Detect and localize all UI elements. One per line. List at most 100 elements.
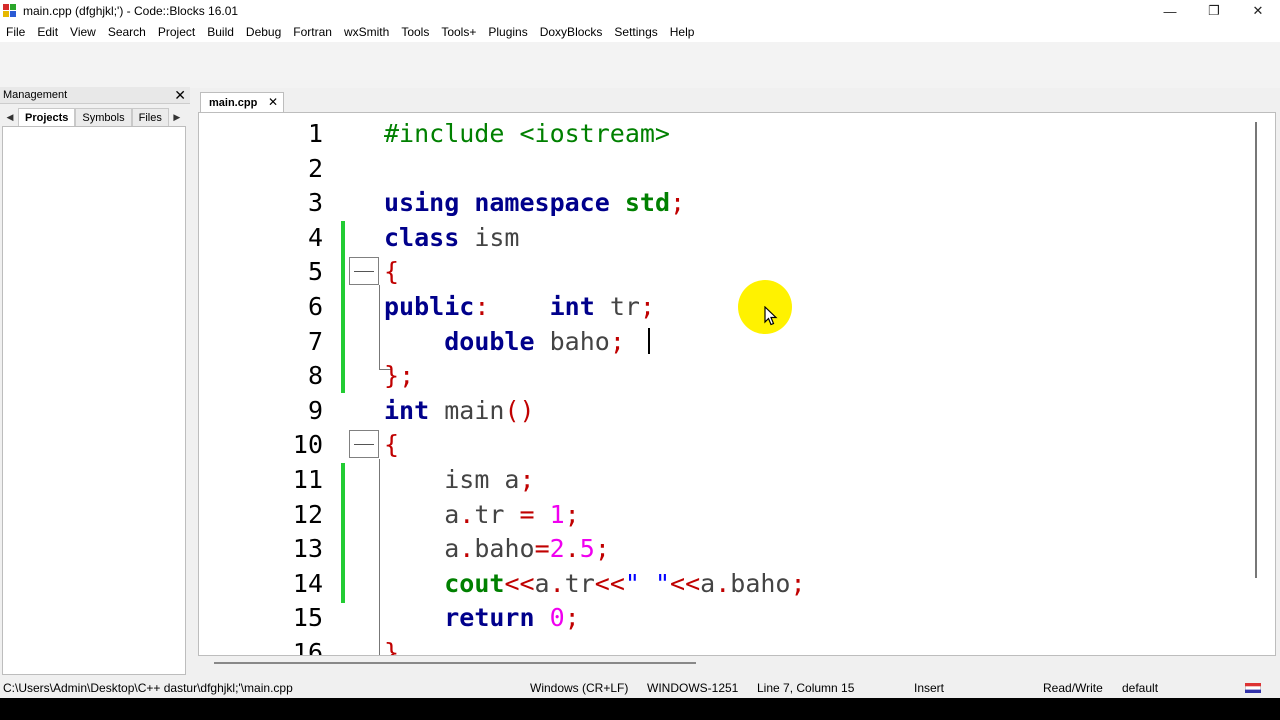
line-number: 4 — [307, 222, 323, 252]
code-text: using namespace std; — [384, 188, 686, 218]
mouse-pointer-icon — [764, 306, 778, 326]
code-line: 14 cout<<a.tr<<" "<<a.baho; — [199, 567, 1259, 602]
code-text: double baho; — [444, 326, 625, 356]
horizontal-scrollbar[interactable] — [200, 656, 1276, 672]
menu-project[interactable]: Project — [152, 25, 201, 39]
code-text: { — [384, 430, 400, 460]
code-line: 15 return 0; — [199, 601, 1259, 636]
line-number: 9 — [307, 395, 323, 425]
code-editor[interactable]: 1 #include <iostream> 2 3 using namespac… — [198, 112, 1276, 656]
tab-scroll-left-icon[interactable]: ◀ — [2, 108, 18, 126]
menu-settings[interactable]: Settings — [608, 25, 663, 39]
code-text: ism a; — [444, 465, 535, 494]
menu-bar: File Edit View Search Project Build Debu… — [0, 22, 1280, 42]
menu-help[interactable]: Help — [664, 25, 701, 39]
codeblocks-icon — [3, 4, 17, 18]
tab-projects[interactable]: Projects — [18, 108, 76, 126]
horizontal-scroll-thumb[interactable] — [214, 662, 696, 664]
management-tabs: ◀ Projects Symbols Files ▶ — [2, 108, 186, 126]
code-text: { — [384, 257, 400, 287]
editor-tab-close-icon[interactable]: ✕ — [268, 95, 278, 109]
tab-symbols[interactable]: Symbols — [75, 108, 132, 126]
code-line: 1 #include <iostream> — [199, 117, 1259, 152]
code-line: 8 }; — [199, 359, 1259, 394]
editor-tab-main-cpp[interactable]: main.cpp ✕ — [200, 92, 284, 112]
keyboard-layout-icon — [1245, 683, 1261, 693]
line-number: 6 — [307, 292, 323, 321]
code-text: cout<<a.tr<<" "<<a.baho; — [444, 568, 806, 598]
code-text: int main() — [384, 395, 535, 425]
line-number: 7 — [307, 326, 323, 356]
menu-search[interactable]: Search — [102, 25, 152, 39]
minimize-button[interactable]: — — [1148, 0, 1192, 22]
code-line: 13 a.baho=2.5; — [199, 532, 1259, 567]
window-title: main.cpp (dfghjkl;') - Code::Blocks 16.0… — [23, 4, 239, 18]
menu-edit[interactable]: Edit — [31, 25, 64, 39]
management-panel: Management ✕ ◀ Projects Symbols Files ▶ — [0, 87, 190, 677]
line-number: 1 — [307, 119, 323, 148]
menu-build[interactable]: Build — [201, 25, 240, 39]
management-close-icon[interactable]: ✕ — [174, 87, 186, 103]
code-line: 4 class ism — [199, 221, 1259, 256]
line-number: 14 — [292, 568, 323, 598]
line-number: 3 — [307, 188, 323, 218]
line-number: 11 — [292, 465, 323, 494]
code-text: return 0; — [444, 603, 580, 633]
menu-tools[interactable]: Tools — [395, 25, 435, 39]
close-button[interactable]: ✕ — [1236, 0, 1280, 22]
line-number: 2 — [307, 153, 323, 183]
status-encoding: WINDOWS-1251 — [647, 681, 739, 695]
editor-tab-bar: main.cpp ✕ — [200, 92, 1280, 112]
line-number: 15 — [292, 603, 323, 633]
menu-tools-plus[interactable]: Tools+ — [435, 25, 482, 39]
code-line: 9 int main() — [199, 394, 1259, 429]
status-bar: C:\Users\Admin\Desktop\C++ dastur\dfghjk… — [0, 678, 1280, 698]
code-text: }; — [384, 361, 415, 391]
status-theme: default — [1122, 681, 1159, 695]
status-cursor-position: Line 7, Column 15 — [757, 681, 855, 695]
tab-files[interactable]: Files — [131, 108, 169, 126]
code-line: 5 { — [199, 255, 1259, 290]
code-line: 12 a.tr = 1; — [199, 498, 1259, 533]
menu-plugins[interactable]: Plugins — [482, 25, 533, 39]
title-bar: main.cpp (dfghjkl;') - Code::Blocks 16.0… — [0, 0, 1280, 22]
menu-file[interactable]: File — [0, 25, 31, 39]
line-number: 8 — [307, 361, 323, 391]
menu-doxyblocks[interactable]: DoxyBlocks — [534, 25, 609, 39]
vertical-scrollbar[interactable] — [1252, 112, 1266, 582]
menu-fortran[interactable]: Fortran — [287, 25, 338, 39]
code-text: class ism — [384, 222, 520, 252]
line-number: 12 — [292, 499, 323, 529]
code-line: 7 double baho; — [199, 325, 1259, 360]
tab-scroll-right-icon[interactable]: ▶ — [169, 108, 185, 126]
code-text: public: int tr; — [384, 292, 655, 321]
code-line: 6 public: int tr; — [199, 290, 1259, 325]
code-text: a.baho=2.5; — [444, 534, 610, 564]
menu-debug[interactable]: Debug — [240, 25, 287, 39]
code-text: a.tr = 1; — [444, 499, 580, 529]
toolbar-area — [0, 42, 1280, 88]
status-eol: Windows (CR+LF) — [530, 681, 629, 695]
maximize-button[interactable]: ❐ — [1192, 0, 1236, 22]
code-line: 2 — [199, 152, 1259, 187]
menu-view[interactable]: View — [64, 25, 102, 39]
management-header: Management ✕ — [0, 87, 190, 104]
code-text: #include <iostream> — [384, 119, 670, 148]
menu-wxsmith[interactable]: wxSmith — [338, 25, 395, 39]
projects-tree[interactable] — [2, 126, 186, 675]
code-line: 10 { — [199, 428, 1259, 463]
code-text: } — [384, 638, 400, 656]
status-file-path: C:\Users\Admin\Desktop\C++ dastur\dfghjk… — [3, 681, 293, 695]
vertical-scroll-thumb[interactable] — [1255, 122, 1257, 578]
code-line: 11 ism a; — [199, 463, 1259, 498]
status-access: Read/Write — [1043, 681, 1103, 695]
editor-tab-label: main.cpp — [209, 96, 258, 109]
code-line: 16 } — [199, 636, 1259, 656]
status-insert-mode: Insert — [914, 681, 945, 695]
code-line: 3 using namespace std; — [199, 186, 1259, 221]
line-number: 16 — [292, 638, 323, 656]
line-number: 10 — [292, 430, 323, 460]
text-caret — [648, 328, 650, 354]
line-number: 13 — [292, 534, 323, 564]
line-number: 5 — [307, 257, 323, 287]
